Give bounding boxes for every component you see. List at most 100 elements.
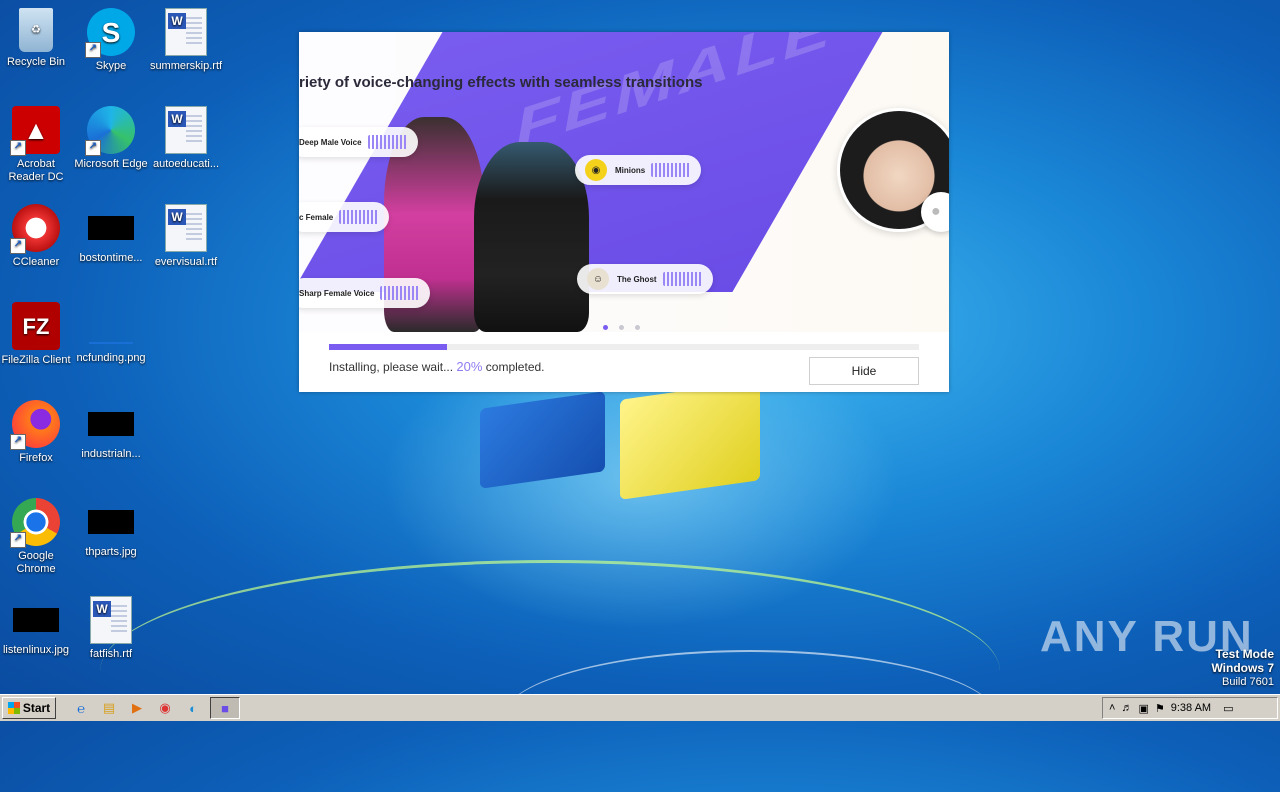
desktop-icon-autoeducati[interactable]: W autoeducati... — [148, 106, 224, 171]
banner-title: riety of voice-changing effects with sea… — [299, 74, 703, 91]
desktop-icon-label: listenlinux.jpg — [2, 644, 70, 656]
edge-taskbar-icon[interactable]: ◐ — [182, 698, 204, 718]
desktop-icon-filezilla[interactable]: FZ FileZilla Client — [0, 302, 74, 367]
skype-icon: S ↗ — [85, 8, 135, 58]
desktop-icon-label: fatfish.rtf — [89, 648, 133, 660]
desktop-icon-label: Recycle Bin — [6, 56, 66, 68]
desktop-icon-recycle-bin[interactable]: ♻ Recycle Bin — [0, 8, 74, 69]
edge-icon: ↗ — [85, 106, 135, 156]
status-prefix: Installing, please wait... — [329, 360, 454, 374]
install-progress-bar — [329, 344, 919, 350]
desktop-icon-label: Google Chrome — [16, 550, 56, 575]
tray-expand-icon[interactable]: ˄ — [1109, 702, 1115, 714]
desktop-icon-label: FileZilla Client — [1, 354, 71, 366]
desktop-icon-label: bostontime... — [79, 252, 143, 264]
carousel-dots — [603, 317, 651, 332]
waveform-icon — [367, 135, 408, 149]
show-desktop-icon[interactable]: ▭ — [1223, 702, 1233, 715]
install-status-text: Installing, please wait... 20% completed… — [329, 359, 545, 374]
voice-pill-ghost: ☺ The Ghost — [577, 264, 713, 294]
chrome-taskbar-icon[interactable]: ◉ — [154, 698, 176, 718]
taskbar: Start ℮ ▤ ▶ ◉ ◐ ■ ˄ ♬ ▣ ⚑ 9:38 AM ▭ — [0, 694, 1280, 721]
desktop-icon-ncfunding[interactable]: ncfunding.png — [73, 302, 149, 365]
hide-button[interactable]: Hide — [809, 357, 919, 385]
test-mode-watermark: Test Mode Windows 7 Build 7601 — [1211, 648, 1274, 689]
voice-label: c Female — [299, 212, 334, 222]
word-document-icon: W — [90, 596, 132, 644]
install-progress-fill — [329, 344, 447, 350]
clock[interactable]: 9:38 AM — [1171, 702, 1211, 714]
desktop-icon-ccleaner[interactable]: ↗ CCleaner — [0, 204, 74, 269]
word-document-icon: W — [165, 8, 207, 56]
waveform-icon — [651, 163, 692, 177]
installer-taskbar-icon[interactable]: ■ — [210, 697, 240, 719]
waveform-icon — [380, 286, 421, 300]
desktop-icon-label: ncfunding.png — [76, 352, 146, 364]
media-player-taskbar-icon[interactable]: ▶ — [126, 698, 148, 718]
filezilla-icon: FZ — [12, 302, 60, 350]
word-document-icon: W — [165, 204, 207, 252]
desktop-icon-evervisual[interactable]: W evervisual.rtf — [148, 204, 224, 269]
desktop-icon-chrome[interactable]: ↗ Google Chrome — [0, 498, 74, 576]
windows-flag-icon — [7, 702, 20, 714]
volume-icon[interactable]: ♬ — [1121, 702, 1132, 714]
image-thumbnail-icon — [88, 216, 134, 240]
voice-label: Sharp Female Voice — [299, 288, 375, 298]
explorer-taskbar-icon[interactable]: ▤ — [98, 698, 120, 718]
desktop-icon-industrialn[interactable]: industrialn... — [73, 400, 149, 461]
recycle-bin-icon: ♻ — [19, 8, 53, 52]
desktop-icon-summerskip[interactable]: W summerskip.rtf — [148, 8, 224, 73]
image-thumbnail-icon — [88, 510, 134, 534]
image-thumbnail-icon — [89, 322, 133, 344]
system-tray: ˄ ♬ ▣ ⚑ 9:38 AM ▭ — [1102, 697, 1278, 719]
desktop-icon-label: Acrobat Reader DC — [8, 158, 64, 183]
voice-label: Minions — [615, 165, 646, 175]
voice-pill-deep-male: Deep Male Voice — [299, 127, 418, 157]
desktop-icon-thparts[interactable]: thparts.jpg — [73, 498, 149, 559]
firefox-icon: ↗ — [10, 400, 60, 450]
waveform-icon — [662, 272, 703, 286]
desktop-icon-bostontime[interactable]: bostontime... — [73, 204, 149, 265]
status-percent: 20% — [456, 359, 483, 374]
minion-avatar-icon: ◉ — [585, 159, 607, 181]
windows-logo — [480, 380, 780, 520]
image-thumbnail-icon — [88, 412, 134, 436]
word-document-icon: W — [165, 106, 207, 154]
desktop-icon-listenlinux[interactable]: listenlinux.jpg — [0, 596, 74, 657]
test-mode-line: Test Mode — [1215, 647, 1274, 661]
desktop-icon-label: industrialn... — [81, 448, 141, 460]
desktop-icon-label: CCleaner — [12, 256, 60, 268]
ie-taskbar-icon[interactable]: ℮ — [70, 698, 92, 718]
desktop-icon-label: evervisual.rtf — [154, 256, 218, 268]
desktop-icon-label: Firefox — [19, 452, 53, 464]
desktop-icon-firefox[interactable]: ↗ Firefox — [0, 400, 74, 465]
network-icon[interactable]: ▣ — [1138, 702, 1148, 715]
voice-pill-sharp-female: Sharp Female Voice — [299, 278, 431, 308]
voice-pill-minions: ◉ Minions — [575, 155, 702, 185]
desktop-icon-label: autoeducati... — [152, 158, 220, 170]
action-center-flag-icon[interactable]: ⚑ — [1155, 702, 1165, 715]
desktop-icon-label: Microsoft Edge — [74, 158, 148, 170]
chrome-icon: ↗ — [10, 498, 60, 548]
desktop-icon-fatfish[interactable]: W fatfish.rtf — [73, 596, 149, 661]
voice-label: The Ghost — [617, 274, 657, 284]
carousel-dot-3[interactable] — [635, 325, 640, 330]
desktop-icon-edge[interactable]: ↗ Microsoft Edge — [73, 106, 149, 171]
start-label: Start — [22, 701, 51, 715]
desktop-icon-acrobat[interactable]: ▲ ↗ Acrobat Reader DC — [0, 106, 74, 184]
status-suffix: completed. — [485, 360, 545, 374]
voice-label: Deep Male Voice — [299, 137, 362, 147]
waveform-icon — [339, 210, 380, 224]
carousel-dot-1[interactable] — [603, 325, 608, 330]
voice-pill-female: c Female — [299, 202, 390, 232]
installer-window: FEMALE riety of voice-changing effects w… — [299, 32, 949, 392]
ccleaner-icon: ↗ — [10, 204, 60, 254]
build-line: Build 7601 — [1222, 676, 1274, 688]
image-thumbnail-icon — [13, 608, 59, 632]
desktop-icon-label: thparts.jpg — [85, 546, 137, 558]
desktop-icon-skype[interactable]: S ↗ Skype — [73, 8, 149, 73]
start-button[interactable]: Start — [2, 697, 56, 719]
ghost-avatar-icon: ☺ — [587, 268, 609, 290]
carousel-dot-2[interactable] — [619, 325, 624, 330]
acrobat-icon: ▲ ↗ — [10, 106, 60, 156]
